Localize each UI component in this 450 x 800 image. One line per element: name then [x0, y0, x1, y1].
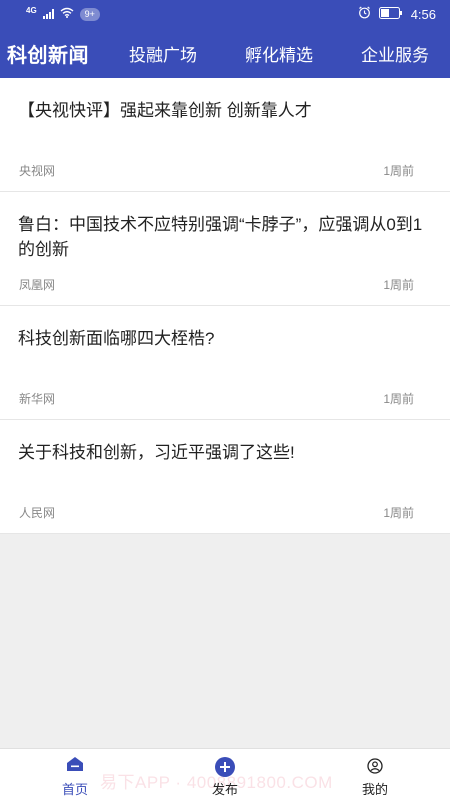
- news-title: 关于科技和创新，习近平强调了这些!: [18, 443, 295, 462]
- news-title: 鲁白：中国技术不应特别强调“卡脖子”，应强调从0到1的创新: [18, 215, 423, 259]
- news-item[interactable]: 关于科技和创新，习近平强调了这些! 人民网 1周前: [0, 420, 450, 534]
- notification-badge: 9+: [79, 7, 100, 21]
- news-source: 凤凰网: [19, 278, 56, 292]
- nav-tab-enterprise[interactable]: 企业服务: [361, 41, 429, 66]
- news-source: 新华网: [19, 392, 56, 406]
- news-item[interactable]: 鲁白：中国技术不应特别强调“卡脖子”，应强调从0到1的创新 凤凰网 1周前: [0, 192, 450, 306]
- status-left: 4G 9+: [26, 5, 100, 21]
- status-bar: 4G 9+ 4:56: [0, 0, 450, 28]
- news-title: 科技创新面临哪四大桎梏?: [18, 329, 215, 348]
- tab-profile-label: 我的: [361, 782, 388, 797]
- home-icon: [66, 756, 84, 777]
- news-item[interactable]: 科技创新面临哪四大桎梏? 新华网 1周前: [0, 306, 450, 420]
- signal-icon: [42, 9, 54, 19]
- news-title: 【央视快评】强起来靠创新 创新靠人才: [18, 101, 312, 120]
- bottom-nav: 易下APP · 4008891800.COM 首页 发布 我的: [0, 748, 450, 800]
- nav-tab-incubation[interactable]: 孵化精选: [245, 41, 313, 66]
- news-source: 人民网: [19, 506, 56, 520]
- news-time: 1周前: [383, 164, 414, 178]
- clock: 4:56: [410, 6, 436, 22]
- news-time: 1周前: [383, 278, 414, 292]
- alarm-icon: [358, 6, 371, 22]
- news-time: 1周前: [383, 392, 414, 406]
- tab-profile[interactable]: 我的: [330, 749, 420, 800]
- news-time: 1周前: [383, 506, 414, 520]
- app-title: 科创新闻: [7, 44, 89, 67]
- news-item[interactable]: 【央视快评】强起来靠创新 创新靠人才 央视网 1周前: [0, 78, 450, 192]
- battery-icon: [378, 6, 403, 22]
- user-icon: [367, 758, 383, 779]
- news-list: 【央视快评】强起来靠创新 创新靠人才 央视网 1周前 鲁白：中国技术不应特别强调…: [0, 78, 450, 534]
- tab-publish[interactable]: 发布: [180, 749, 270, 800]
- status-right: 4:56: [358, 6, 436, 22]
- app-header: 科创新闻 投融广场 孵化精选 企业服务: [0, 28, 450, 78]
- tab-publish-label: 发布: [211, 782, 238, 797]
- news-source: 央视网: [19, 164, 56, 178]
- tab-home[interactable]: 首页: [30, 749, 120, 800]
- wifi-icon: [60, 7, 74, 21]
- network-type: 4G: [26, 5, 37, 15]
- tab-home-label: 首页: [61, 782, 88, 797]
- nav-tab-investment[interactable]: 投融广场: [129, 41, 197, 66]
